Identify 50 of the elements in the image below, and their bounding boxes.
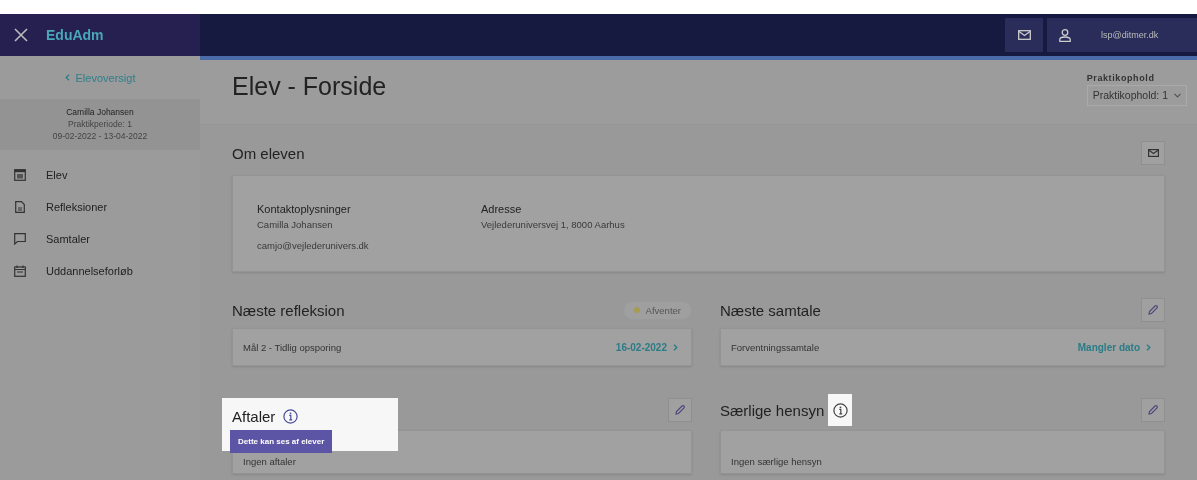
- pencil-icon: [1148, 305, 1158, 315]
- reflection-row[interactable]: Mål 2 - Tidlig opsporing 16-02-2022: [232, 328, 692, 366]
- contact-name: Camilla Johansen: [257, 219, 334, 230]
- page-title: Elev - Forside: [232, 72, 387, 101]
- mail-icon: [1017, 30, 1031, 40]
- edit-button[interactable]: [1141, 398, 1165, 422]
- nav-item[interactable]: Samtaler: [46, 233, 91, 245]
- edit-button[interactable]: [668, 398, 692, 422]
- section-title: Næste refleksion: [232, 301, 345, 319]
- address-text: Vejlederuniversvej 1, 8000 Aarhus: [481, 219, 626, 230]
- app-title: EduAdm: [46, 27, 104, 43]
- mail-icon: [1147, 149, 1159, 157]
- document-icon: [14, 201, 26, 213]
- section-title: Aftaler: [232, 407, 276, 425]
- info-icon[interactable]: [828, 394, 853, 426]
- chat-bubble-icon: [14, 233, 26, 245]
- user-menu-button[interactable]: lsp@ditmer.dk: [1047, 18, 1197, 52]
- field-heading: Kontaktoplysninger: [257, 203, 352, 215]
- selector-label: Praktikophold: [1086, 73, 1156, 83]
- nav-item[interactable]: Elev: [46, 169, 68, 181]
- chevron-right-icon: [673, 343, 678, 351]
- talk-row[interactable]: Forventningssamtale Mangler dato: [720, 328, 1165, 366]
- calendar-icon: [14, 265, 26, 277]
- empty-text: Ingen særlige hensyn: [731, 456, 822, 467]
- student-period: Praktikperiode: 1: [68, 119, 132, 129]
- field-heading: Adresse: [481, 203, 523, 215]
- edit-button[interactable]: [1141, 298, 1165, 322]
- chevron-down-icon: [1174, 92, 1181, 98]
- chevron-right-icon: [1146, 343, 1151, 351]
- nav-item[interactable]: Uddannelseforløb: [46, 265, 133, 277]
- calendar-icon: [14, 169, 26, 181]
- status-badge: Afventer: [622, 300, 692, 320]
- user-icon: [1059, 28, 1071, 42]
- section-title: Næste samtale: [720, 301, 821, 319]
- mail-button[interactable]: [1005, 18, 1043, 52]
- praktikophold-dropdown[interactable]: Praktikophold: 1: [1086, 85, 1187, 106]
- mail-button[interactable]: [1141, 141, 1165, 165]
- close-icon[interactable]: [14, 28, 28, 42]
- nav-item[interactable]: Refleksioner: [46, 201, 108, 213]
- tooltip: Dette kan ses af elever: [230, 429, 333, 453]
- student-name: Camilla Johansen: [66, 107, 134, 117]
- contact-email: camjo@vejlederunivers.dk: [257, 240, 370, 251]
- empty-text: Ingen aftaler: [243, 456, 296, 467]
- pencil-icon: [1148, 405, 1158, 415]
- pencil-icon: [675, 405, 685, 415]
- section-title: Særlige hensyn: [720, 401, 825, 419]
- info-icon[interactable]: [283, 408, 299, 424]
- chevron-left-icon: [64, 74, 70, 81]
- student-dates: 09-02-2022 - 13-04-2022: [52, 131, 148, 141]
- section-title: Om eleven: [232, 144, 305, 162]
